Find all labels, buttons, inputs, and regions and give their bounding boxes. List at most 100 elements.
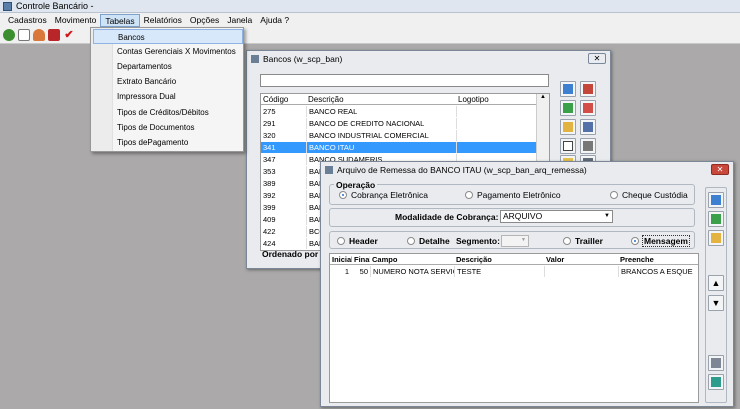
chevron-down-icon: ▼ [604,213,610,219]
edit-icon[interactable] [708,230,724,246]
radio-cheque[interactable] [610,191,618,199]
radio-header[interactable] [337,237,345,245]
col-inicial[interactable]: Inicial [330,254,352,265]
table-row[interactable]: 291 BANCO DE CREDITO NACIONAL [261,118,536,129]
label-cheque: Cheque Custódia [622,190,688,200]
cell-descricao: TESTE [454,266,544,277]
bancos-title: Bancos (w_scp_ban) [263,54,343,64]
new-record-icon[interactable] [708,192,724,208]
cell-logotipo [456,106,536,117]
table-icon[interactable] [580,100,596,116]
menu-item-bancos[interactable]: Bancos [93,29,243,44]
bancos-close-button[interactable]: ✕ [588,53,606,64]
cell-codigo: 392 [263,191,276,200]
move-up-icon[interactable]: ▲ [708,275,724,291]
cell-descricao: BANCO REAL [306,106,456,117]
cell-descricao: BANCO DE CREDITO NACIONAL [306,118,456,129]
col-preenche[interactable]: Preenche [618,254,698,265]
label-header: Header [349,236,378,246]
remessa-window: Arquivo de Remessa do BANCO ITAU (w_scp_… [320,161,734,407]
person-icon[interactable] [33,29,45,41]
scroll-up-icon[interactable]: ▲ [537,94,549,100]
cell-codigo: 409 [263,215,276,224]
col-logotipo[interactable]: Logotipo [456,94,536,105]
money-bag-icon[interactable] [3,29,15,41]
cell-codigo: 424 [263,239,276,248]
grid-icon[interactable] [560,100,576,116]
radio-mensagem[interactable] [631,237,639,245]
radio-cobranca[interactable] [339,191,347,199]
cell-codigo: 347 [263,155,276,164]
menu-opcoes[interactable]: Opções [186,14,223,27]
label-mensagem: Mensagem [642,235,690,247]
remessa-grid-header: Inicial Final Campo Descrição Valor Pree… [330,254,698,265]
chevron-down-icon: ▼ [521,237,526,243]
cell-descricao: BANCO INDUSTRIAL COMERCIAL [306,130,456,141]
table-row[interactable]: 320 BANCO INDUSTRIAL COMERCIAL [261,130,536,141]
menu-item-tipos-documentos[interactable]: Tipos de Documentos [93,120,243,135]
menu-ajuda[interactable]: Ajuda ? [256,14,293,27]
app-titlebar: Controle Bancário - [0,0,740,13]
remessa-grid: Inicial Final Campo Descrição Valor Pree… [329,253,699,403]
table-row[interactable]: 1 50 NUMERO NOTA SERVICO TESTE BRANCOS A… [330,266,698,277]
label-pagamento: Pagamento Eletrônico [477,190,561,200]
menu-bar: Cadastros Movimento Tabelas Relatórios O… [0,13,740,27]
col-codigo[interactable]: Código [261,94,306,105]
menu-item-contas-gerenciais[interactable]: Contas Gerenciais X Movimentos [93,44,243,59]
cell-codigo: 275 [263,107,276,116]
app-icon [3,1,12,11]
modalidade-select[interactable]: ARQUIVO ▼ [500,210,613,223]
move-down-icon[interactable]: ▼ [708,295,724,311]
window-icon [325,166,333,174]
cell-codigo: 389 [263,179,276,188]
remessa-close-button[interactable]: ✕ [711,164,729,175]
table-row[interactable]: 275 BANCO REAL [261,106,536,117]
edit-icon[interactable] [560,119,576,135]
modalidade-label: Modalidade de Cobrança: [395,212,499,222]
search-doc-icon[interactable] [560,138,576,154]
segmento-select[interactable]: ▼ [501,235,529,247]
menu-item-departamentos[interactable]: Departamentos [93,59,243,74]
new-record-icon[interactable] [560,81,576,97]
cell-logotipo [456,142,536,153]
menu-janela[interactable]: Janela [223,14,256,27]
menu-item-extrato-bancario[interactable]: Extrato Bancário [93,74,243,89]
tools-icon[interactable] [708,355,724,371]
col-descricao[interactable]: Descrição [454,254,544,265]
col-final[interactable]: Final [352,254,370,265]
document-icon[interactable] [18,29,30,41]
radio-pagamento[interactable] [465,191,473,199]
col-valor[interactable]: Valor [544,254,618,265]
app-title: Controle Bancário - [16,1,94,11]
car-icon[interactable] [48,29,60,41]
menu-movimento[interactable]: Movimento [51,14,101,27]
segmento-label: Segmento: [456,236,500,246]
cell-inicial: 1 [344,267,349,276]
cell-codigo: 291 [263,119,276,128]
menu-item-impressora-dual[interactable]: Impressora Dual [93,89,243,104]
checkmark-icon[interactable]: ✔ [63,29,75,41]
col-descricao[interactable]: Descrição [306,94,456,105]
copy-icon[interactable] [580,119,596,135]
sort-icon[interactable] [580,138,596,154]
cell-final: 50 [359,267,368,276]
col-campo[interactable]: Campo [370,254,454,265]
radio-trailler[interactable] [563,237,571,245]
label-detalhe: Detalhe [419,236,450,246]
bancos-search-input[interactable] [260,74,549,87]
table-row[interactable]: 341 BANCO ITAU [261,142,536,153]
label-trailler: Trailler [575,236,603,246]
menu-item-tipos-pagamento[interactable]: Tipos dePagamento [93,135,243,150]
radio-detalhe[interactable] [407,237,415,245]
bancos-titlebar: Bancos (w_scp_ban) [247,51,610,67]
delete-record-icon[interactable] [580,81,596,97]
cell-valor [544,266,618,277]
ordenado-label: Ordenado por : [262,249,324,259]
cell-logotipo [456,118,536,129]
exit-icon[interactable] [708,374,724,390]
menu-cadastros[interactable]: Cadastros [4,14,51,27]
menu-relatorios[interactable]: Relatórios [140,14,186,27]
grid-icon[interactable] [708,211,724,227]
menu-item-tipos-creditos[interactable]: Tipos de Créditos/Débitos [93,105,243,120]
menu-tabelas[interactable]: Tabelas [100,13,140,27]
